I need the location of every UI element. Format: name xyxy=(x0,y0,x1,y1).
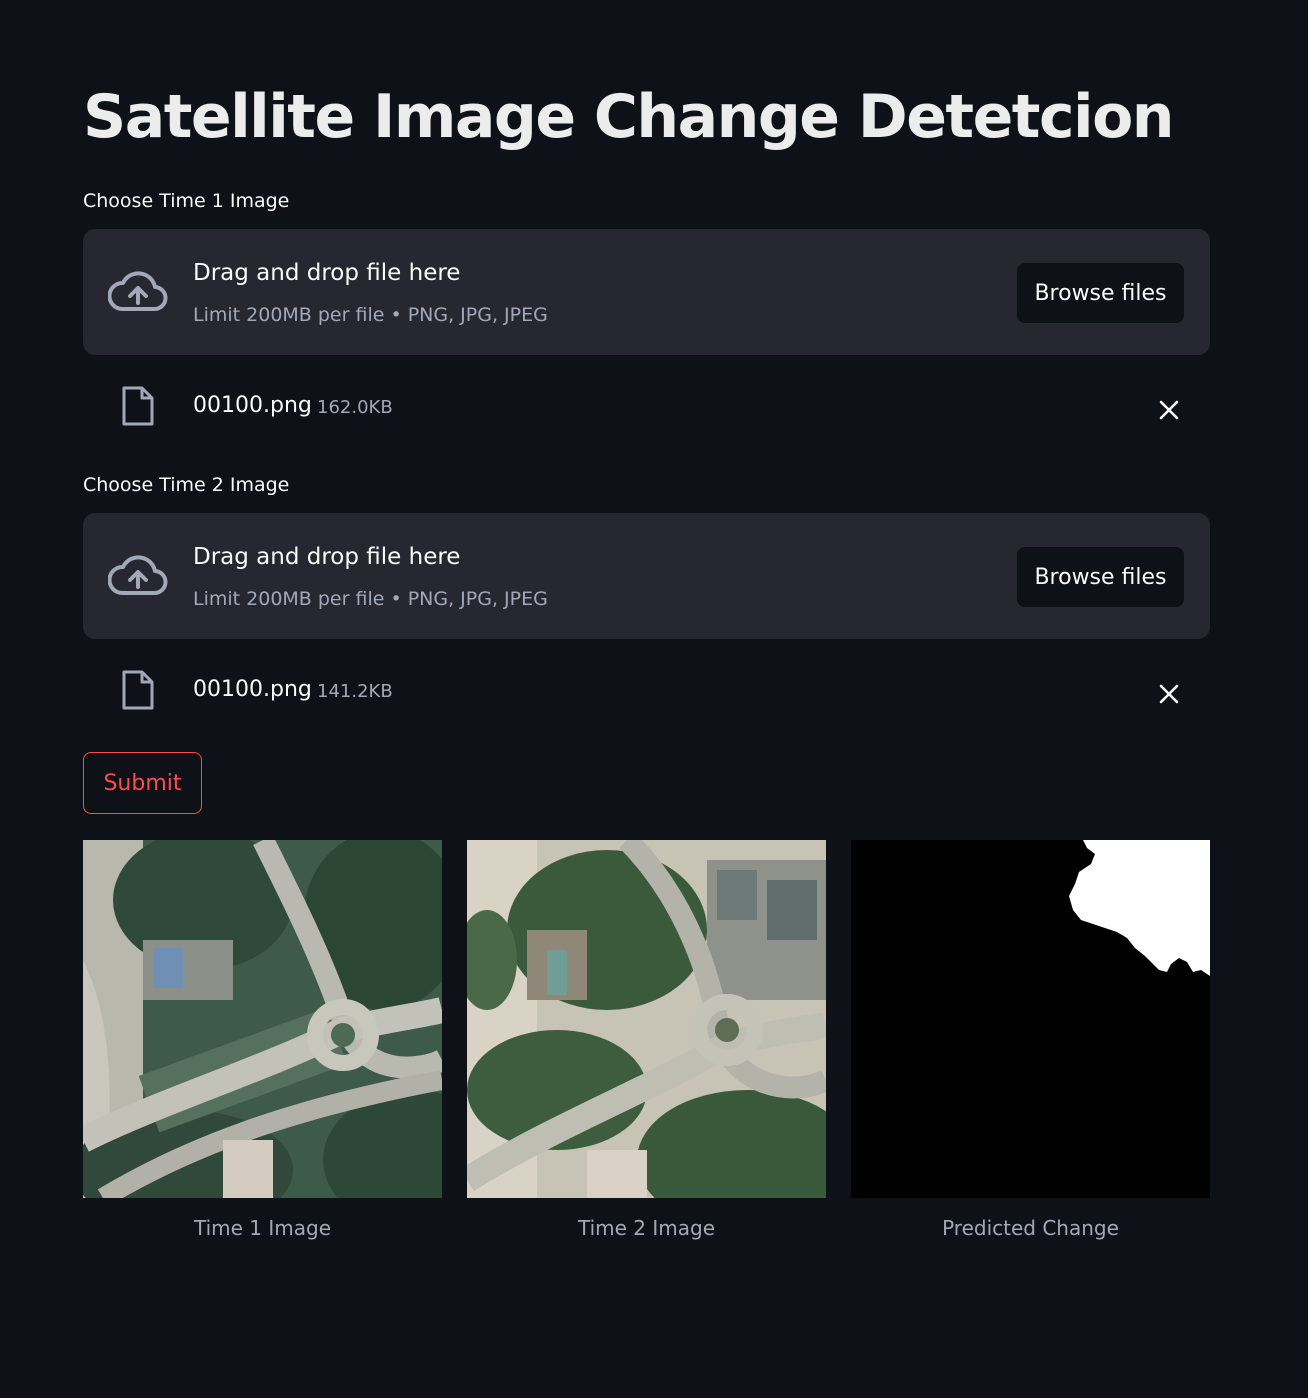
uploader-1-limit-text: Limit 200MB per file • PNG, JPG, JPEG xyxy=(193,304,548,326)
result-time1: Time 1 Image xyxy=(83,840,442,1240)
time2-caption: Time 2 Image xyxy=(577,1216,716,1240)
result-predicted-change: Predicted Change xyxy=(851,840,1210,1240)
uploader-2-dropzone[interactable]: Drag and drop file here Limit 200MB per … xyxy=(83,513,1210,639)
file-icon xyxy=(122,670,154,710)
uploader-2-limit-text: Limit 200MB per file • PNG, JPG, JPEG xyxy=(193,588,548,610)
uploader-2-file-size: 141.2KB xyxy=(317,681,393,702)
page-title: Satellite Image Change Detetcion xyxy=(83,82,1175,152)
uploader-2-file-name: 00100.png xyxy=(193,677,312,702)
uploader-2-file-row: 00100.png 141.2KB xyxy=(83,667,1210,717)
uploader-2-label: Choose Time 2 Image xyxy=(83,474,290,496)
close-icon[interactable] xyxy=(1154,395,1184,425)
time1-caption: Time 1 Image xyxy=(193,1216,332,1240)
file-icon xyxy=(122,386,154,426)
close-icon[interactable] xyxy=(1154,679,1184,709)
predicted-change-caption: Predicted Change xyxy=(942,1216,1119,1240)
time1-image xyxy=(83,840,442,1198)
uploader-1-file-size: 162.0KB xyxy=(317,397,393,418)
uploader-1-browse-button[interactable]: Browse files xyxy=(1017,263,1184,323)
cloud-upload-icon xyxy=(108,271,168,311)
predicted-change-mask xyxy=(851,840,1210,1198)
submit-button[interactable]: Submit xyxy=(83,752,202,814)
uploader-2-drop-text: Drag and drop file here xyxy=(193,544,461,570)
result-time2: Time 2 Image xyxy=(467,840,826,1240)
uploader-2-browse-button[interactable]: Browse files xyxy=(1017,547,1184,607)
time2-image xyxy=(467,840,826,1198)
uploader-1-file-row: 00100.png 162.0KB xyxy=(83,383,1210,433)
uploader-1-drop-text: Drag and drop file here xyxy=(193,260,461,286)
uploader-1-dropzone[interactable]: Drag and drop file here Limit 200MB per … xyxy=(83,229,1210,355)
uploader-1-label: Choose Time 1 Image xyxy=(83,190,290,212)
uploader-1-file-name: 00100.png xyxy=(193,393,312,418)
cloud-upload-icon xyxy=(108,555,168,595)
